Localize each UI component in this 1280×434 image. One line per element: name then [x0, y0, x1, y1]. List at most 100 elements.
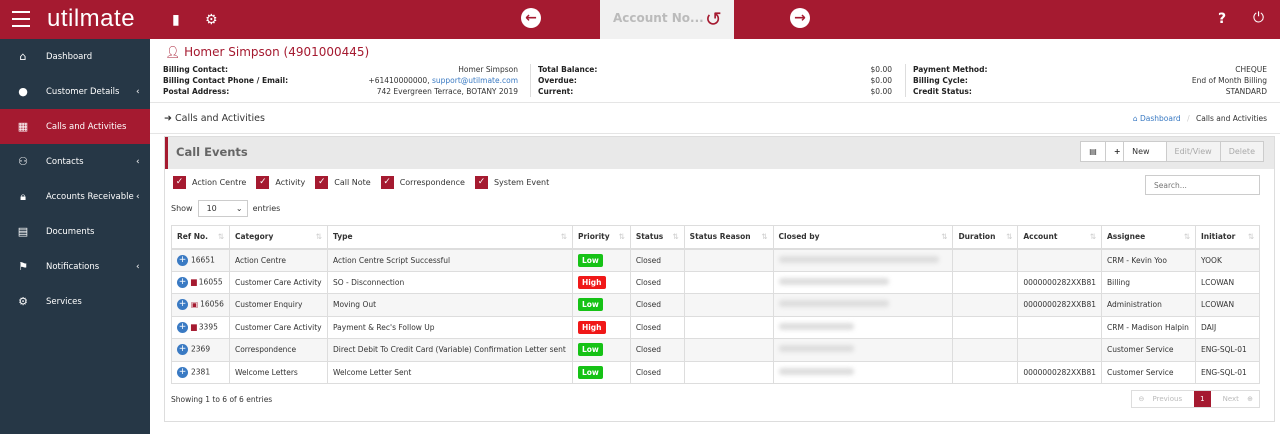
category-cell: Welcome Letters [228, 360, 328, 384]
table-row[interactable]: + ▆ 16055 Customer Care Activity SO - Disc… [171, 270, 1261, 294]
undo-icon[interactable]: ↺ [705, 7, 722, 31]
label: Postal Address: [163, 87, 230, 96]
sort-icon: ⇅ [1089, 232, 1096, 242]
billing-cycle: End of Month Billing [1191, 76, 1267, 85]
email-link[interactable]: support@utilmate.com [432, 76, 518, 85]
entries-select[interactable]: 10 ⌄ [197, 200, 248, 217]
sidebar-item-label: Dashboard [46, 51, 93, 62]
breadcrumb-home-text[interactable]: Dashboard [1140, 114, 1181, 123]
entries-label: entries [252, 204, 281, 213]
expand-icon[interactable]: + [177, 366, 188, 378]
chevron-left-icon: ‹ [136, 86, 140, 97]
column-header[interactable]: Status Reason ⇅ [683, 225, 774, 250]
expand-icon[interactable]: + [177, 344, 188, 356]
sidebar-item-customer-details[interactable]: ● Customer Details ‹ [0, 74, 150, 109]
label: Payment Method: [913, 65, 988, 74]
column-label: Status [635, 232, 664, 242]
forward-arrow-icon[interactable]: → [790, 8, 810, 28]
column-header[interactable]: Ref No. ⇅ [171, 225, 230, 250]
priority-cell: Low [571, 360, 631, 384]
expand-icon[interactable]: + [177, 299, 188, 311]
next-button[interactable]: Next ⊕ [1211, 391, 1259, 407]
edit-view-button[interactable]: Edit/View [1165, 142, 1220, 161]
initiator-cell: ENG-SQL-01 [1194, 338, 1261, 362]
closed-by-cell [772, 360, 954, 384]
page-1-button[interactable]: 1 [1194, 391, 1211, 407]
redacted-text [778, 277, 889, 285]
filter-checkbox[interactable]: ✓ Activity [256, 176, 305, 189]
sidebar-item-notifications[interactable]: ⚑ Notifications ‹ [0, 249, 150, 284]
label: Billing Contact Phone / Email: [163, 76, 289, 85]
column-label: Closed by [778, 232, 820, 242]
expand-icon[interactable]: + [177, 321, 188, 333]
column-header[interactable]: Account ⇅ [1017, 225, 1102, 250]
sidebar-item-documents[interactable]: ▤ Documents [0, 214, 150, 249]
sidebar-item-contacts[interactable]: ⚇ Contacts ‹ [0, 144, 150, 179]
breadcrumb-bar: ➜ Calls and Activities ⌂ Dashboard / Cal… [150, 104, 1280, 134]
credit-status: STANDARD [1225, 87, 1267, 96]
ref-cell: +16651 [171, 248, 230, 272]
assignee-cell: Customer Service [1101, 360, 1196, 384]
type-cell: Action Centre Script Successful [326, 248, 573, 272]
search-input[interactable] [1145, 175, 1260, 195]
sidebar-item-services[interactable]: ⚙ Services [0, 284, 150, 319]
priority-badge: Low [577, 365, 603, 379]
filter-checkbox[interactable]: ✓ Call Note [315, 176, 371, 189]
filter-label: Activity [275, 178, 306, 187]
page-title: ➜ Calls and Activities [164, 113, 265, 124]
status-reason-cell [683, 293, 774, 317]
column-label: Duration [958, 232, 996, 242]
menu-icon[interactable] [12, 11, 30, 27]
previous-button[interactable]: ⊖ Previous [1132, 391, 1194, 407]
expand-icon[interactable]: + [177, 276, 188, 288]
label: Overdue: [538, 76, 577, 85]
help-icon[interactable]: ? [1218, 11, 1226, 27]
new-button[interactable]: + New [1104, 142, 1166, 161]
check-icon: ✓ [315, 176, 329, 189]
back-arrow-icon[interactable]: ← [521, 8, 541, 28]
table-row[interactable]: + ▣ 16056 Customer Enquiry Moving Out Low … [171, 293, 1261, 317]
power-icon[interactable]: ⏻ [1253, 10, 1264, 26]
column-header[interactable]: Priority ⇅ [571, 225, 631, 250]
column-header[interactable]: Type ⇅ [326, 225, 573, 250]
cogs-icon[interactable]: ⚙ [205, 12, 218, 28]
priority-badge: High [577, 275, 606, 289]
filter-checkbox[interactable]: ✓ System Event [474, 176, 549, 189]
table-row[interactable]: +2381 Welcome Letters Welcome Letter Sen… [171, 360, 1261, 384]
column-header[interactable]: Assignee ⇅ [1101, 225, 1196, 250]
redacted-text [778, 255, 939, 263]
duration-cell [952, 248, 1019, 272]
column-header[interactable]: Category ⇅ [228, 225, 328, 250]
redacted-text [778, 300, 889, 308]
sidebar: ⌂ Dashboard ● Customer Details ‹ ▦ Calls and A… [0, 39, 150, 434]
column-header[interactable]: Closed by ⇅ [772, 225, 954, 250]
check-icon: ✓ [256, 176, 270, 189]
sort-icon: ⇅ [1247, 232, 1254, 242]
assignee-cell: CRM - Madison Halpin [1101, 315, 1196, 339]
export-button[interactable]: ▤ [1081, 142, 1105, 161]
filter-checkbox[interactable]: ✓ Action Centre [173, 176, 246, 189]
column-header[interactable]: Duration ⇅ [952, 225, 1019, 250]
column-header[interactable]: Status ⇅ [629, 225, 685, 250]
ref-no: 2369 [191, 344, 211, 354]
table-row[interactable]: +2369 Correspondence Direct Debit To Cre… [171, 338, 1261, 362]
status-cell: Closed [629, 315, 685, 339]
call-events-panel: Call Events ▤ + New Edit/View Delete ✓ Ac… [164, 136, 1275, 422]
sidebar-item-accounts-receivable[interactable]: 🔒︎ Accounts Receivable ‹ [0, 179, 150, 214]
book-icon[interactable]: ▮ [172, 12, 180, 28]
filter-checkbox[interactable]: ✓ Correspondence [380, 176, 465, 189]
delete-button[interactable]: Delete [1219, 142, 1263, 161]
table-row[interactable]: +16651 Action Centre Action Centre Scrip… [171, 248, 1261, 272]
check-icon: ✓ [474, 176, 488, 189]
status-cell: Closed [629, 270, 685, 294]
column-header[interactable]: Initiator ⇅ [1194, 225, 1261, 250]
sidebar-item-dashboard[interactable]: ⌂ Dashboard [0, 39, 150, 74]
breadcrumb-home[interactable]: ⌂ Dashboard [1133, 114, 1181, 123]
ref-cell: + ▆ 16055 [171, 270, 230, 294]
table-row[interactable]: + ▆ 3395 Customer Care Activity Payment & … [171, 315, 1261, 339]
type-cell: SO - Disconnection [326, 270, 573, 294]
expand-icon[interactable]: + [177, 254, 188, 266]
sort-icon: ⇅ [1183, 232, 1190, 242]
sort-icon: ⇅ [315, 232, 322, 242]
sidebar-item-calls-and-activities[interactable]: ▦ Calls and Activities [0, 109, 150, 144]
